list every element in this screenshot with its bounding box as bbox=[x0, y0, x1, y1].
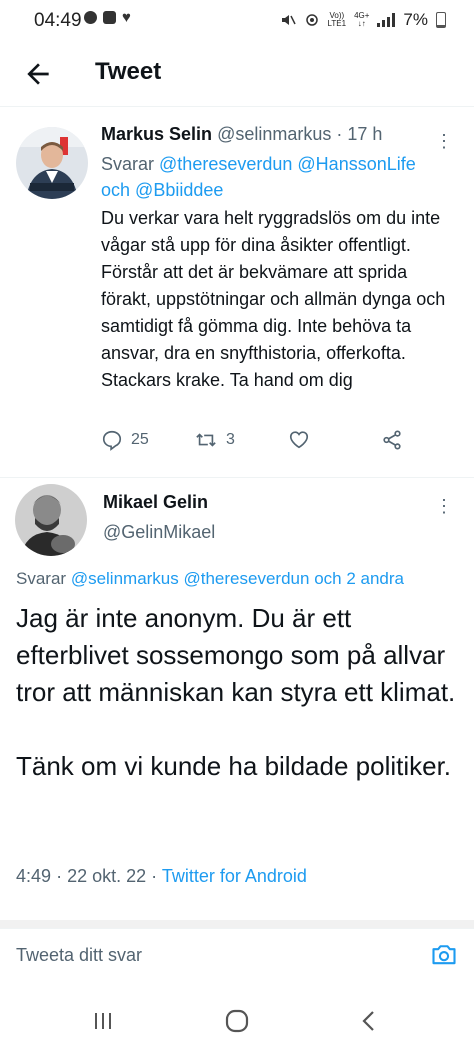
avatar-photo bbox=[16, 127, 88, 199]
reply-bar: Tweeta ditt svar bbox=[0, 928, 474, 991]
app-header: Tweet bbox=[0, 44, 474, 107]
separator: · bbox=[151, 866, 158, 886]
reply-icon bbox=[102, 430, 122, 451]
system-nav-bar bbox=[0, 992, 474, 1052]
avatar[interactable] bbox=[15, 484, 87, 556]
more-button[interactable]: ⋮ bbox=[435, 496, 454, 517]
reply-conjunction: och bbox=[101, 180, 131, 200]
recents-icon bbox=[95, 1013, 111, 1029]
mention-link[interactable]: @thereseverdun bbox=[159, 154, 292, 174]
camera-icon bbox=[432, 945, 456, 965]
avatar[interactable] bbox=[16, 127, 88, 199]
camera-button[interactable] bbox=[430, 941, 458, 969]
app-notification-icon bbox=[103, 11, 116, 24]
divider bbox=[0, 920, 474, 928]
status-time: 04:49 bbox=[34, 10, 82, 31]
avatar-photo bbox=[15, 484, 87, 556]
back-nav-button[interactable] bbox=[354, 1006, 384, 1036]
reply-context: Svarar @selinmarkus @thereseverdun och 2… bbox=[16, 569, 404, 589]
retweet-count: 3 bbox=[226, 431, 235, 448]
recents-button[interactable] bbox=[88, 1006, 118, 1036]
heart-notification-icon: ♥ bbox=[122, 9, 131, 26]
mention-link[interactable]: @selinmarkus bbox=[71, 569, 179, 588]
tweet-time: 17 h bbox=[347, 124, 383, 144]
status-right: Vo)) LTE1 4G+ ↓↑ 7% bbox=[280, 10, 446, 30]
reply-context: Svarar @thereseverdun @HanssonLife och @… bbox=[101, 151, 451, 203]
more-icon: ⋮ bbox=[435, 131, 454, 151]
back-button[interactable] bbox=[22, 58, 54, 90]
battery-percent: 7% bbox=[403, 10, 428, 29]
like-button[interactable] bbox=[287, 429, 311, 451]
reply-prefix: Svarar bbox=[16, 569, 67, 588]
retweet-button[interactable]: 3 bbox=[194, 429, 235, 451]
tweet-text: Du verkar vara helt ryggradslös om du in… bbox=[101, 208, 446, 390]
reply-prefix: Svarar bbox=[101, 154, 155, 174]
battery-icon bbox=[436, 12, 446, 28]
page-title: Tweet bbox=[95, 58, 162, 85]
retweet-icon bbox=[196, 433, 216, 447]
tweet-header: Markus Selin @selinmarkus · 17 h bbox=[101, 124, 382, 145]
separator: · bbox=[56, 866, 63, 886]
author-handle[interactable]: @selinmarkus bbox=[217, 124, 331, 144]
parent-tweet[interactable]: Markus Selin @selinmarkus · 17 h ⋮ Svara… bbox=[0, 107, 474, 478]
back-arrow-icon bbox=[27, 63, 49, 85]
mute-icon bbox=[281, 15, 296, 25]
notification-icons: ♥ bbox=[84, 9, 131, 26]
others-link[interactable]: 2 andra bbox=[346, 569, 404, 588]
author-handle[interactable]: @GelinMikael bbox=[103, 522, 215, 543]
reply-conjunction: och bbox=[314, 569, 342, 588]
volte-indicator: Vo)) LTE1 bbox=[327, 11, 347, 28]
client-link[interactable]: Twitter for Android bbox=[162, 866, 307, 886]
tweet-paragraph: Tänk om vi kunde ha bildade politiker. bbox=[16, 751, 452, 781]
network-type-indicator: 4G+ ↓↑ bbox=[354, 11, 370, 28]
reply-button[interactable]: 25 bbox=[101, 429, 149, 451]
home-icon bbox=[225, 1009, 249, 1033]
separator: · bbox=[336, 124, 343, 144]
more-icon: ⋮ bbox=[435, 496, 454, 516]
share-icon bbox=[383, 430, 401, 450]
share-button[interactable] bbox=[380, 429, 404, 451]
back-nav-icon bbox=[362, 1011, 374, 1031]
reply-input[interactable]: Tweeta ditt svar bbox=[16, 945, 142, 966]
home-button[interactable] bbox=[222, 1006, 252, 1036]
tweet-paragraph: Jag är inte anonym. Du är ett efterblive… bbox=[16, 603, 456, 707]
tweet-actions: 25 3 bbox=[101, 429, 421, 455]
author-name[interactable]: Mikael Gelin bbox=[103, 492, 208, 513]
timer-icon bbox=[84, 11, 97, 24]
hotspot-icon bbox=[305, 14, 318, 26]
author-name[interactable]: Markus Selin bbox=[101, 124, 212, 144]
mention-link[interactable]: @thereseverdun bbox=[184, 569, 310, 588]
focused-tweet-header: Mikael Gelin @GelinMikael ⋮ bbox=[0, 478, 474, 568]
status-bar: 04:49 ♥ Vo)) LTE1 4G+ ↓↑ 7% bbox=[0, 0, 474, 44]
mention-link[interactable]: @Bbiiddee bbox=[135, 180, 223, 200]
tweet-time: 4:49 bbox=[16, 866, 52, 886]
signal-icon bbox=[377, 13, 396, 27]
mention-link[interactable]: @HanssonLife bbox=[297, 154, 415, 174]
tweet-date: 22 okt. 22 bbox=[67, 866, 147, 886]
tweet-meta: 4:49 · 22 okt. 22 · Twitter for Android bbox=[16, 866, 307, 887]
reply-count: 25 bbox=[131, 431, 149, 448]
more-button[interactable]: ⋮ bbox=[435, 131, 454, 152]
focused-tweet-text: Jag är inte anonym. Du är ett efterblive… bbox=[16, 600, 456, 785]
like-icon bbox=[289, 431, 309, 449]
